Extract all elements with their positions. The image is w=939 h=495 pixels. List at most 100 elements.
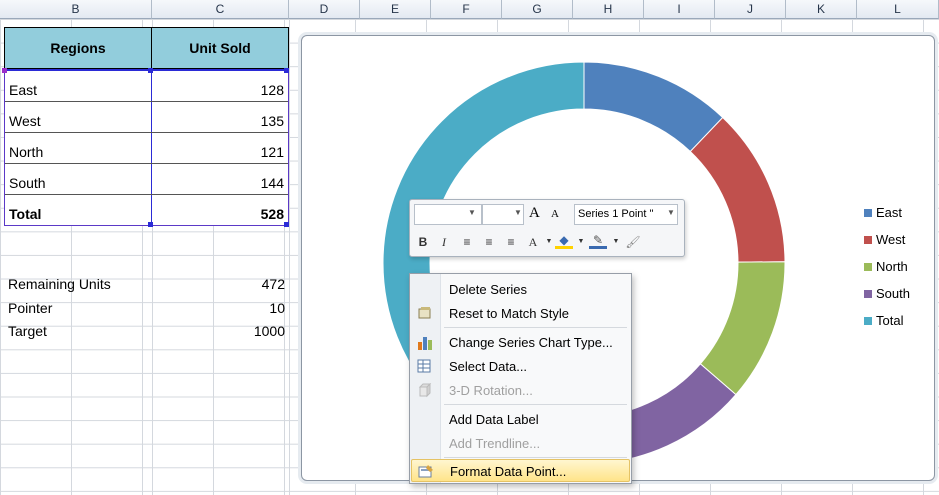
- context-menu: Delete Series Reset to Match Style Chang…: [409, 273, 632, 484]
- table-row: South 144: [5, 164, 288, 195]
- legend-item-west[interactable]: West: [864, 226, 910, 253]
- header-unit-sold[interactable]: Unit Sold: [151, 27, 289, 69]
- selection-handle[interactable]: [148, 222, 153, 227]
- reset-style-icon: [418, 307, 431, 319]
- legend-swatch: [864, 289, 872, 298]
- format-data-point-icon: [418, 465, 433, 478]
- cell-units-east[interactable]: 128: [257, 80, 288, 100]
- cell-target-value[interactable]: 1000: [150, 321, 289, 341]
- menu-item-label: Reset to Match Style: [449, 306, 569, 321]
- column-header-g[interactable]: G: [502, 0, 573, 19]
- legend-swatch: [864, 316, 872, 325]
- column-header-l[interactable]: L: [857, 0, 939, 19]
- menu-item-add-trendline[interactable]: Add Trendline...: [411, 432, 630, 455]
- chart-legend[interactable]: East West North South Total: [864, 199, 910, 334]
- legend-swatch: [864, 262, 872, 271]
- menu-item-label: Format Data Point...: [450, 464, 567, 479]
- legend-label: Total: [876, 313, 904, 328]
- legend-label: East: [876, 205, 903, 220]
- chart-element-select[interactable]: Series 1 Point ": [574, 204, 678, 225]
- menu-item-reset-to-match-style[interactable]: Reset to Match Style: [411, 302, 630, 325]
- menu-item-label: Select Data...: [449, 359, 528, 374]
- chevron-down-icon[interactable]: ▼: [572, 233, 590, 251]
- shrink-font-icon[interactable]: A: [551, 208, 559, 220]
- column-header-j[interactable]: J: [715, 0, 786, 19]
- table-row: North 121: [5, 133, 288, 164]
- menu-item-label: Change Series Chart Type...: [449, 335, 613, 350]
- selection-handle[interactable]: [148, 68, 153, 73]
- selection-handle[interactable]: [2, 68, 7, 73]
- column-header-d[interactable]: D: [289, 0, 360, 19]
- menu-separator: [444, 327, 627, 328]
- menu-separator: [444, 457, 627, 458]
- mini-toolbar: ▼ ▼ A A Series 1 Point " ▼ B I ≡ ≡ ≡ A ▼…: [409, 199, 685, 257]
- legend-label: West: [876, 232, 906, 247]
- chevron-down-icon[interactable]: ▼: [514, 208, 522, 217]
- legend-swatch: [864, 235, 872, 244]
- cell-units-west[interactable]: 135: [257, 111, 288, 131]
- column-header-b[interactable]: B: [0, 0, 152, 19]
- doughnut-slice-west[interactable]: [689, 116, 786, 263]
- table-row: Total 528: [5, 195, 288, 226]
- menu-item-format-data-point[interactable]: Format Data Point...: [411, 459, 630, 482]
- grow-font-icon[interactable]: A: [529, 205, 540, 222]
- italic-button[interactable]: I: [435, 233, 453, 251]
- bold-button[interactable]: B: [414, 233, 432, 251]
- cell-remaining-units-value[interactable]: 472: [150, 274, 289, 294]
- column-header-i[interactable]: I: [644, 0, 715, 19]
- legend-label: South: [876, 286, 910, 301]
- chevron-down-icon[interactable]: ▼: [667, 208, 675, 217]
- menu-item-delete-series[interactable]: Delete Series: [411, 278, 630, 301]
- legend-item-total[interactable]: Total: [864, 307, 910, 334]
- format-painter-icon[interactable]: 🖌: [624, 233, 642, 251]
- legend-item-north[interactable]: North: [864, 253, 910, 280]
- menu-item-select-data[interactable]: Select Data...: [411, 355, 630, 378]
- cell-units-total[interactable]: 528: [257, 204, 288, 224]
- cell-region-north[interactable]: North: [5, 142, 47, 162]
- cell-region-west[interactable]: West: [5, 111, 45, 131]
- cell-units-south[interactable]: 144: [257, 173, 288, 193]
- column-header-e[interactable]: E: [360, 0, 431, 19]
- cell-remaining-units-label[interactable]: Remaining Units: [4, 274, 115, 294]
- menu-item-label: Delete Series: [449, 282, 528, 297]
- menu-item-label: Add Trendline...: [449, 436, 541, 451]
- menu-item-change-series-chart-type[interactable]: Change Series Chart Type...: [411, 331, 630, 354]
- fill-color-icon[interactable]: ◆: [555, 233, 573, 249]
- align-left-icon[interactable]: ≡: [458, 233, 476, 251]
- menu-item-label: Add Data Label: [449, 412, 539, 427]
- cell-target-label[interactable]: Target: [4, 321, 51, 341]
- selection-handle[interactable]: [284, 222, 289, 227]
- header-regions[interactable]: Regions: [4, 27, 152, 69]
- menu-item-add-data-label[interactable]: Add Data Label: [411, 408, 630, 431]
- selection-handle[interactable]: [284, 68, 289, 73]
- cell-pointer-label[interactable]: Pointer: [4, 298, 56, 318]
- cell-units-north[interactable]: 121: [257, 142, 288, 162]
- menu-separator: [444, 404, 627, 405]
- chart-type-icon: [418, 337, 432, 350]
- column-header-k[interactable]: K: [786, 0, 857, 19]
- cell-pointer-value[interactable]: 10: [150, 298, 289, 318]
- cell-region-south[interactable]: South: [5, 173, 50, 193]
- cell-region-total[interactable]: Total: [5, 204, 45, 224]
- doughnut-slice-east[interactable]: [583, 61, 724, 153]
- table-row: West 135: [5, 102, 288, 133]
- column-header-h[interactable]: H: [573, 0, 644, 19]
- menu-item-label: 3-D Rotation...: [449, 383, 533, 398]
- legend-item-south[interactable]: South: [864, 280, 910, 307]
- table-row: East 128: [5, 71, 288, 102]
- menu-item-3d-rotation[interactable]: 3-D Rotation...: [411, 379, 630, 402]
- 3d-rotation-icon: [418, 383, 432, 398]
- align-right-icon[interactable]: ≡: [502, 233, 520, 251]
- data-table: East 128 West 135 North 121 South 144 To…: [4, 69, 289, 226]
- column-header-c[interactable]: C: [152, 0, 289, 19]
- select-data-icon: [417, 359, 431, 373]
- legend-label: North: [876, 259, 908, 274]
- legend-item-east[interactable]: East: [864, 199, 910, 226]
- chevron-down-icon[interactable]: ▼: [468, 208, 476, 217]
- cell-region-east[interactable]: East: [5, 80, 41, 100]
- outline-color-icon[interactable]: ✎: [589, 233, 607, 249]
- column-divider: [289, 19, 290, 495]
- align-center-icon[interactable]: ≡: [480, 233, 498, 251]
- column-header-f[interactable]: F: [431, 0, 502, 19]
- chevron-down-icon[interactable]: ▼: [607, 233, 625, 251]
